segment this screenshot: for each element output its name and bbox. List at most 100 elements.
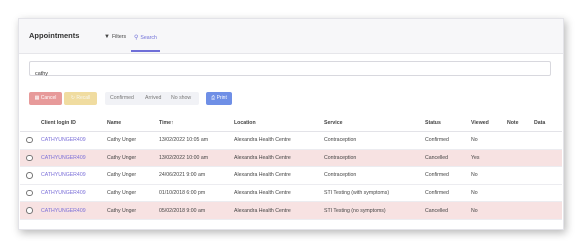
column-header-service[interactable]: Service xyxy=(324,115,425,132)
print-icon: ⎙ xyxy=(211,95,216,101)
time-cell: 05/02/2018 9:00 am xyxy=(159,201,234,220)
recall-icon: ↻ xyxy=(70,95,75,101)
client-id-link[interactable]: CATHYUNGER409 xyxy=(41,155,86,161)
location-cell: Alexandra Health Centre xyxy=(234,166,324,185)
time-cell: 13/02/2022 10:05 am xyxy=(159,131,234,150)
client-id-cell: CATHYUNGER409 xyxy=(41,201,107,220)
client-id-link[interactable]: CATHYUNGER409 xyxy=(41,208,86,214)
search-box xyxy=(29,61,551,81)
note-cell xyxy=(507,149,534,168)
row-select-radio[interactable] xyxy=(26,189,33,197)
name-cell: Cathy Unger xyxy=(107,166,159,185)
recall-button[interactable]: ↻ Recall xyxy=(64,92,97,105)
name-cell: Cathy Unger xyxy=(107,131,159,150)
row-select-cell xyxy=(20,149,41,168)
table-row[interactable]: CATHYUNGER409 Cathy Unger 24/06/2021 9:0… xyxy=(20,166,562,185)
viewed-cell: No xyxy=(471,184,507,203)
tab-filters-label: Filters xyxy=(111,34,127,40)
search-icon: ⚲ xyxy=(134,35,139,41)
viewed-cell: No xyxy=(471,166,507,185)
viewed-cell: No xyxy=(471,201,507,220)
client-id-link[interactable]: CATHYUNGER409 xyxy=(41,172,86,178)
status-cell: Confirmed xyxy=(425,166,471,185)
note-cell xyxy=(507,201,534,220)
appointments-card: Appointments ▼Filters ⚲Search ▦ Cancel ↻… xyxy=(18,18,564,230)
column-header-select xyxy=(20,115,41,132)
table-header-row: Client login ID Name Time↑ Location Serv… xyxy=(20,115,562,132)
cancel-button[interactable]: ▦ Cancel xyxy=(29,92,62,105)
client-id-link[interactable]: CATHYUNGER409 xyxy=(41,137,86,143)
name-cell: Cathy Unger xyxy=(107,184,159,203)
column-header-client-id[interactable]: Client login ID xyxy=(41,115,107,132)
time-cell: 24/06/2021 9:00 am xyxy=(159,166,234,185)
filter-icon: ▼ xyxy=(104,34,110,40)
status-cell: Cancelled xyxy=(425,149,471,168)
print-button-label: Print xyxy=(216,95,227,101)
tab-search[interactable]: ⚲ Search xyxy=(131,34,160,52)
client-id-link[interactable]: CATHYUNGER409 xyxy=(41,190,86,196)
recall-button-label: Recall xyxy=(76,95,91,101)
service-cell: STI Testing (no symptoms) xyxy=(324,201,425,220)
cancel-button-label: Cancel xyxy=(40,95,57,101)
client-id-cell: CATHYUNGER409 xyxy=(41,184,107,203)
status-noshow-option[interactable]: No show xyxy=(171,92,191,105)
location-cell: Alexandra Health Centre xyxy=(234,184,324,203)
location-cell: Alexandra Health Centre xyxy=(234,131,324,150)
service-cell: STI Testing (with symptoms) xyxy=(324,184,425,203)
status-segment: Confirmed Arrived No show xyxy=(105,92,199,105)
table-row[interactable]: CATHYUNGER409 Cathy Unger 01/10/2018 6:0… xyxy=(20,184,562,203)
time-cell: 01/10/2018 6:00 pm xyxy=(159,184,234,203)
status-arrived-option[interactable]: Arrived xyxy=(145,92,161,105)
table-row[interactable]: CATHYUNGER409 Cathy Unger 13/02/2022 10:… xyxy=(20,149,562,168)
viewed-cell: No xyxy=(471,131,507,150)
time-cell: 13/02/2022 10:00 am xyxy=(159,149,234,168)
row-select-cell xyxy=(20,184,41,203)
column-header-location[interactable]: Location xyxy=(234,115,324,132)
tab-filters[interactable]: ▼ Filters xyxy=(104,34,126,50)
row-select-radio[interactable] xyxy=(26,154,33,162)
name-cell: Cathy Unger xyxy=(107,201,159,220)
client-id-cell: CATHYUNGER409 xyxy=(41,166,107,185)
row-select-radio[interactable] xyxy=(26,172,33,179)
column-header-data[interactable]: Data xyxy=(534,115,562,132)
row-select-cell xyxy=(20,131,41,150)
column-header-name[interactable]: Name xyxy=(107,115,159,132)
location-cell: Alexandra Health Centre xyxy=(234,201,324,220)
client-id-cell: CATHYUNGER409 xyxy=(41,131,107,150)
row-select-cell xyxy=(20,201,41,220)
appointments-table: Client login ID Name Time↑ Location Serv… xyxy=(20,115,562,220)
service-cell: Contraception xyxy=(324,149,425,168)
status-confirmed-option[interactable]: Confirmed xyxy=(110,92,134,105)
status-cell: Confirmed xyxy=(425,131,471,150)
tab-search-label: Search xyxy=(140,35,157,41)
page-title: Appointments xyxy=(29,31,80,40)
row-select-radio[interactable] xyxy=(26,207,33,214)
data-cell xyxy=(534,166,562,185)
column-header-note[interactable]: Note xyxy=(507,115,534,132)
note-cell xyxy=(507,184,534,203)
table-row[interactable]: CATHYUNGER409 Cathy Unger 13/02/2022 10:… xyxy=(20,131,562,150)
viewed-cell: Yes xyxy=(471,149,507,168)
service-cell: Contraception xyxy=(324,166,425,185)
name-cell: Cathy Unger xyxy=(107,149,159,168)
card-header: Appointments ▼ Filters ⚲ Search xyxy=(19,19,563,54)
data-cell xyxy=(534,184,562,203)
row-select-cell xyxy=(20,166,41,185)
cancel-icon: ▦ xyxy=(34,95,40,101)
print-button[interactable]: ⎙ Print xyxy=(206,92,232,105)
table-row[interactable]: CATHYUNGER409 Cathy Unger 05/02/2018 9:0… xyxy=(20,201,562,220)
column-header-status[interactable]: Status xyxy=(425,115,471,132)
service-cell: Contraception xyxy=(324,131,425,150)
data-cell xyxy=(534,201,562,220)
status-cell: Confirmed xyxy=(425,184,471,203)
row-select-radio[interactable] xyxy=(26,136,33,144)
client-id-cell: CATHYUNGER409 xyxy=(41,149,107,168)
column-header-viewed[interactable]: Viewed xyxy=(471,115,507,132)
column-header-time[interactable]: Time↑ xyxy=(159,115,234,132)
data-cell xyxy=(534,131,562,150)
data-cell xyxy=(534,149,562,168)
status-cell: Cancelled xyxy=(425,201,471,220)
search-input[interactable] xyxy=(30,67,550,81)
note-cell xyxy=(507,166,534,185)
note-cell xyxy=(507,131,534,150)
